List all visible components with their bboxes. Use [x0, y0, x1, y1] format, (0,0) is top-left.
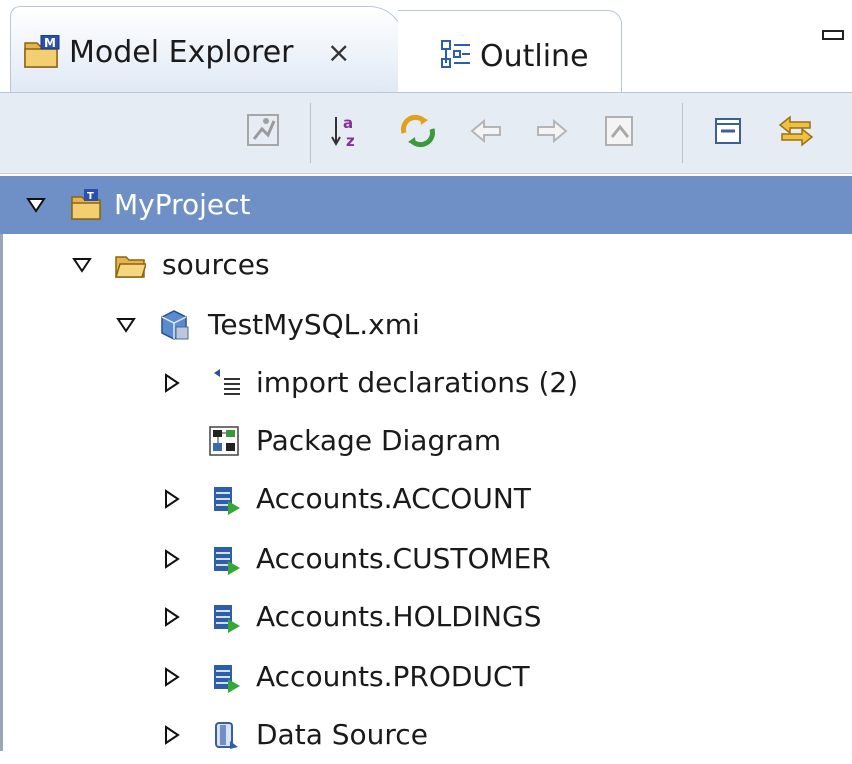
tree-item-accounts-account[interactable]: Accounts.ACCOUNT — [0, 470, 852, 528]
tree-item-package-diagram[interactable]: Package Diagram — [0, 412, 852, 470]
tab-outline-label: Outline — [480, 39, 589, 74]
run-icon[interactable] — [244, 111, 284, 151]
tree-item-import-declarations[interactable]: import declarations (2) — [0, 354, 852, 412]
collapsed-twisty-icon[interactable] — [162, 489, 182, 509]
back-arrow-icon[interactable] — [466, 111, 506, 151]
diagram-icon — [208, 425, 240, 457]
tree-item-label: Accounts.HOLDINGS — [256, 600, 542, 633]
toolbar-separator — [310, 103, 311, 163]
tree-item-label: Accounts.CUSTOMER — [256, 542, 551, 575]
expanded-twisty-icon[interactable] — [116, 315, 136, 335]
tree-item-label: Accounts.ACCOUNT — [256, 482, 531, 515]
go-up-icon[interactable] — [600, 111, 640, 151]
tab-outline[interactable]: Outline — [398, 10, 622, 92]
collapsed-twisty-icon[interactable] — [162, 667, 182, 687]
expanded-twisty-icon[interactable] — [72, 255, 92, 275]
folder-icon — [114, 249, 148, 281]
table-icon — [210, 543, 242, 575]
collapsed-twisty-icon[interactable] — [162, 549, 182, 569]
tree-item-myproject[interactable]: T MyProject — [0, 176, 852, 234]
tree-item-label: TestMySQL.xmi — [208, 308, 420, 341]
table-icon — [210, 601, 242, 633]
tree-item-testmysql[interactable]: TestMySQL.xmi — [0, 296, 852, 354]
svg-text:M: M — [44, 36, 56, 50]
close-icon[interactable]: ⨯ — [327, 35, 350, 71]
tree-item-label: sources — [162, 248, 270, 281]
link-with-editor-icon[interactable] — [398, 111, 438, 151]
expanded-twisty-icon[interactable] — [26, 195, 46, 215]
toolbar-separator — [682, 103, 683, 163]
outline-icon — [440, 39, 472, 71]
data-source-icon — [210, 719, 242, 751]
view-tab-bar: M Model Explorer ⨯ Outline — [0, 0, 852, 92]
sync-icon[interactable] — [776, 111, 816, 151]
svg-text:a: a — [343, 114, 353, 132]
tree-item-label: MyProject — [114, 188, 251, 221]
minimize-icon[interactable] — [822, 30, 844, 40]
model-file-icon — [158, 309, 190, 341]
tree-item-label: Package Diagram — [256, 424, 502, 457]
view-toolbar: a z — [0, 92, 852, 174]
tree-item-label: Data Source — [256, 718, 428, 751]
tree-item-accounts-product[interactable]: Accounts.PRODUCT — [0, 648, 852, 706]
svg-text:T: T — [87, 191, 94, 202]
import-icon — [212, 367, 244, 399]
collapsed-twisty-icon[interactable] — [162, 607, 182, 627]
forward-arrow-icon[interactable] — [532, 111, 572, 151]
tree-item-label: import declarations (2) — [256, 366, 579, 399]
table-icon — [210, 661, 242, 693]
collapse-all-icon[interactable] — [708, 111, 748, 151]
tree-item-accounts-customer[interactable]: Accounts.CUSTOMER — [0, 530, 852, 588]
tree-item-label: Accounts.PRODUCT — [256, 660, 530, 693]
tree-item-sources[interactable]: sources — [0, 236, 852, 294]
model-tree: T MyProject sources TestMySQL.xmi import… — [0, 176, 852, 751]
collapsed-twisty-icon[interactable] — [162, 373, 182, 393]
sort-alphabetical-icon[interactable]: a z — [328, 111, 368, 151]
model-explorer-icon: M — [23, 34, 61, 69]
table-icon — [210, 483, 242, 515]
collapsed-twisty-icon[interactable] — [162, 725, 182, 745]
project-folder-icon: T — [70, 189, 102, 221]
tab-model-explorer[interactable]: M Model Explorer ⨯ — [10, 6, 405, 92]
svg-text:z: z — [346, 132, 355, 150]
tree-item-data-source[interactable]: Data Source — [0, 706, 852, 764]
tree-item-accounts-holdings[interactable]: Accounts.HOLDINGS — [0, 588, 852, 646]
tab-model-explorer-label: Model Explorer — [69, 35, 294, 70]
